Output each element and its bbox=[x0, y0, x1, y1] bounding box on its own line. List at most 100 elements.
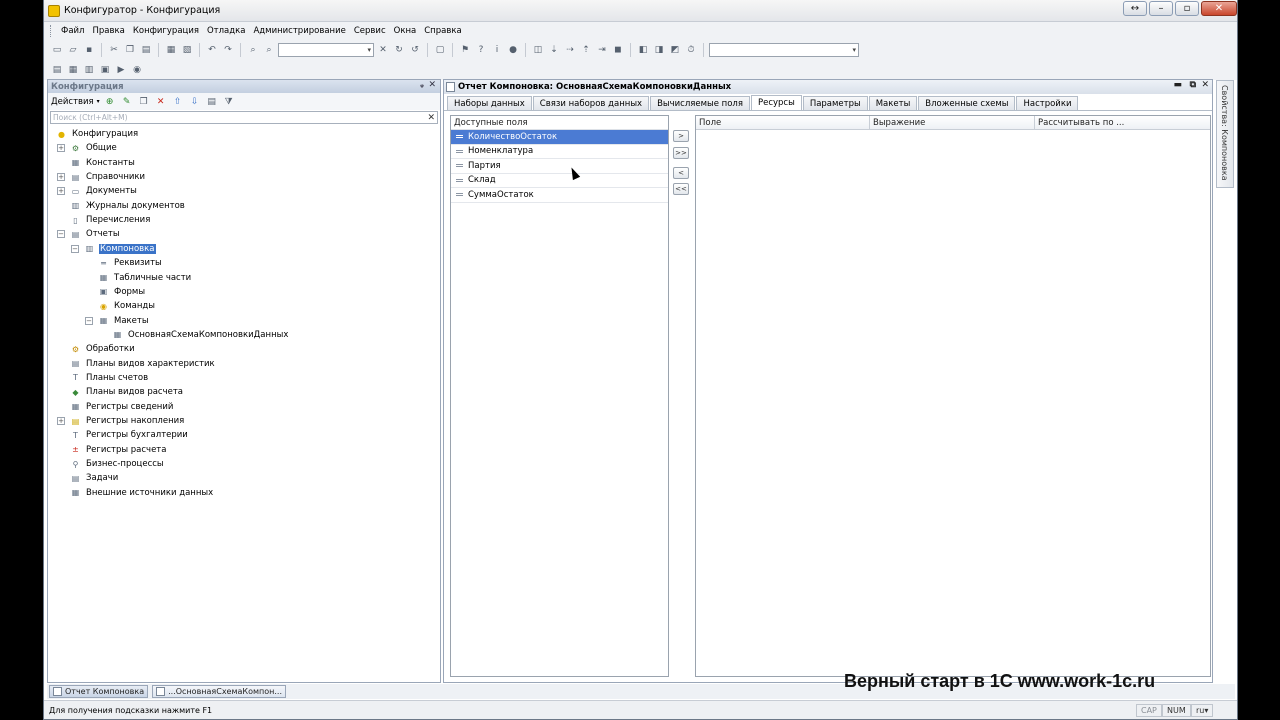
tree-item[interactable]: ▯ Перечисления bbox=[70, 213, 151, 227]
expand-icon[interactable]: + bbox=[57, 417, 65, 425]
watch-icon[interactable]: ◧ bbox=[636, 43, 650, 57]
tree-item[interactable]: ◉ Команды bbox=[98, 299, 156, 313]
tree-item[interactable]: − ▦ Макеты bbox=[85, 314, 150, 328]
menu-windows[interactable]: Окна bbox=[390, 26, 421, 36]
tree-item[interactable]: ▦ Внешние источники данных bbox=[70, 486, 214, 500]
add-icon[interactable]: ⊕ bbox=[103, 95, 117, 109]
search-combo[interactable]: ▾ bbox=[278, 43, 374, 57]
panel-minimize-icon[interactable]: ▬ bbox=[1173, 80, 1182, 90]
tab-2[interactable]: Вычисляемые поля bbox=[650, 96, 750, 110]
available-field-row[interactable]: СуммаОстаток bbox=[451, 188, 668, 203]
table-icon[interactable]: ▤ bbox=[50, 63, 64, 77]
tree-item[interactable]: ⚲ Бизнес-процессы bbox=[70, 457, 165, 471]
find-prev-icon[interactable]: ↺ bbox=[408, 43, 422, 57]
filter-icon[interactable]: ⧩ bbox=[222, 95, 236, 109]
find-next-icon[interactable]: ↻ bbox=[392, 43, 406, 57]
save-icon[interactable]: ▪ bbox=[82, 43, 96, 57]
restore-arrows-button[interactable]: ↔ bbox=[1123, 1, 1147, 16]
tree-item[interactable]: ± Регистры расчета bbox=[70, 443, 167, 457]
new-icon[interactable]: ▭ bbox=[50, 43, 64, 57]
tree-item[interactable]: ◆ Планы видов расчета bbox=[70, 385, 184, 399]
paste-icon[interactable]: ▤ bbox=[139, 43, 153, 57]
tree-item[interactable]: + ▭ Документы bbox=[57, 184, 138, 198]
properties-icon[interactable]: ▤ bbox=[205, 95, 219, 109]
info-icon[interactable]: i bbox=[490, 43, 504, 57]
help-icon[interactable]: ? bbox=[474, 43, 488, 57]
menu-edit[interactable]: Правка bbox=[88, 26, 128, 36]
collapse-icon[interactable]: − bbox=[71, 244, 79, 253]
tab-5[interactable]: Макеты bbox=[868, 96, 918, 110]
menu-debug[interactable]: Отладка bbox=[203, 26, 250, 36]
step-into-icon[interactable]: ⇣ bbox=[547, 43, 561, 57]
actions-menu[interactable]: Действия bbox=[51, 97, 94, 107]
tree-item[interactable]: − ▤ Отчеты bbox=[57, 227, 121, 241]
undo-icon[interactable]: ↶ bbox=[205, 43, 219, 57]
properties-side-tab[interactable]: Свойства: Компоновка bbox=[1216, 80, 1234, 188]
tree-item[interactable]: ▦ Константы bbox=[70, 156, 136, 170]
column-expression[interactable]: Выражение bbox=[870, 116, 1035, 129]
tree-item[interactable]: + ▤ Справочники bbox=[57, 170, 146, 184]
add-field-button[interactable]: > bbox=[673, 130, 689, 142]
language-indicator[interactable]: ru ▾ bbox=[1191, 704, 1213, 717]
tree-item[interactable]: ▣ Формы bbox=[98, 285, 146, 299]
tree-item[interactable]: ⚙ Обработки bbox=[70, 342, 136, 356]
column-field[interactable]: Поле bbox=[696, 116, 870, 129]
module-combo[interactable]: ▾ bbox=[709, 43, 859, 57]
menu-service[interactable]: Сервис bbox=[350, 26, 390, 36]
remove-field-button[interactable]: < bbox=[673, 167, 689, 179]
collapse-icon[interactable]: − bbox=[85, 316, 93, 325]
form-icon[interactable]: ▣ bbox=[98, 63, 112, 77]
window-tab-schema[interactable]: ...ОсновнаяСхемаКомпон... bbox=[152, 685, 287, 698]
actions-dropdown-icon[interactable]: ▾ bbox=[97, 98, 100, 105]
panel-close-icon[interactable]: ✕ bbox=[1201, 80, 1209, 90]
clear-search-icon[interactable]: ✕ bbox=[376, 43, 390, 57]
run-to-cursor-icon[interactable]: ⇥ bbox=[595, 43, 609, 57]
available-field-row[interactable]: Партия bbox=[451, 159, 668, 174]
tab-6[interactable]: Вложенные схемы bbox=[918, 96, 1016, 110]
timer-icon[interactable]: ⏱ bbox=[684, 43, 698, 57]
find-icon[interactable]: ⌕ bbox=[246, 43, 260, 57]
preview-icon[interactable]: ▧ bbox=[180, 43, 194, 57]
step-over-icon[interactable]: ⇢ bbox=[563, 43, 577, 57]
tree-item[interactable]: Т Планы счетов bbox=[70, 371, 149, 385]
expand-icon[interactable]: + bbox=[57, 187, 65, 196]
menu-configuration[interactable]: Конфигурация bbox=[129, 26, 203, 36]
run-enterprise-icon[interactable]: ◉ bbox=[130, 63, 144, 77]
tree-item[interactable]: Т Регистры бухгалтерии bbox=[70, 428, 189, 442]
tree-item[interactable]: ▦ ОсновнаяСхемаКомпоновкиДанных bbox=[112, 328, 289, 342]
grid-icon[interactable]: ▦ bbox=[66, 63, 80, 77]
tree-item[interactable]: ▤ Задачи bbox=[70, 471, 119, 485]
pin-icon[interactable]: ᵩ bbox=[420, 80, 424, 89]
breakpoint-icon[interactable]: ◫ bbox=[531, 43, 545, 57]
layout-icon[interactable]: ▥ bbox=[82, 63, 96, 77]
close-button[interactable]: ✕ bbox=[1201, 1, 1237, 16]
window-tab-report[interactable]: Отчет Компоновка bbox=[49, 685, 149, 698]
debug-icon[interactable]: ● bbox=[506, 43, 520, 57]
search-icon[interactable]: ⌕ bbox=[262, 43, 276, 57]
close-panel-icon[interactable]: ✕ bbox=[428, 80, 436, 90]
stop-icon[interactable]: ◼ bbox=[611, 43, 625, 57]
print-icon[interactable]: ▦ bbox=[164, 43, 178, 57]
copy-icon[interactable]: ❐ bbox=[123, 43, 137, 57]
menu-administration[interactable]: Администрирование bbox=[249, 26, 349, 36]
search-input[interactable]: Поиск (Ctrl+Alt+M) ✕ bbox=[50, 111, 438, 124]
play-icon[interactable]: ▶ bbox=[114, 63, 128, 77]
tree-item[interactable]: ● Конфигурация bbox=[56, 127, 139, 141]
expand-icon[interactable]: + bbox=[57, 144, 65, 153]
tab-7[interactable]: Настройки bbox=[1016, 96, 1079, 110]
tree-item[interactable]: ▦ Табличные части bbox=[98, 271, 192, 285]
tree-item[interactable]: ▦ Регистры сведений bbox=[70, 400, 174, 414]
window-icon[interactable]: ▢ bbox=[433, 43, 447, 57]
tab-1[interactable]: Связи наборов данных bbox=[532, 96, 650, 110]
tree-item[interactable]: ═ Реквизиты bbox=[98, 256, 163, 270]
tab-4[interactable]: Параметры bbox=[802, 96, 868, 110]
tree-item[interactable]: + ▤ Регистры накопления bbox=[57, 414, 185, 428]
available-field-row[interactable]: КоличествоОстаток bbox=[451, 130, 668, 145]
available-field-row[interactable]: Склад bbox=[451, 174, 668, 188]
minimize-button[interactable]: – bbox=[1149, 1, 1173, 16]
available-field-row[interactable]: Номенклатура bbox=[451, 145, 668, 159]
tree-item[interactable]: + ⚙ Общие bbox=[57, 141, 118, 155]
menu-file[interactable]: Файл bbox=[57, 26, 88, 36]
maximize-button[interactable]: ▫ bbox=[1175, 1, 1199, 16]
tree-item[interactable]: ▥ Журналы документов bbox=[70, 199, 186, 213]
